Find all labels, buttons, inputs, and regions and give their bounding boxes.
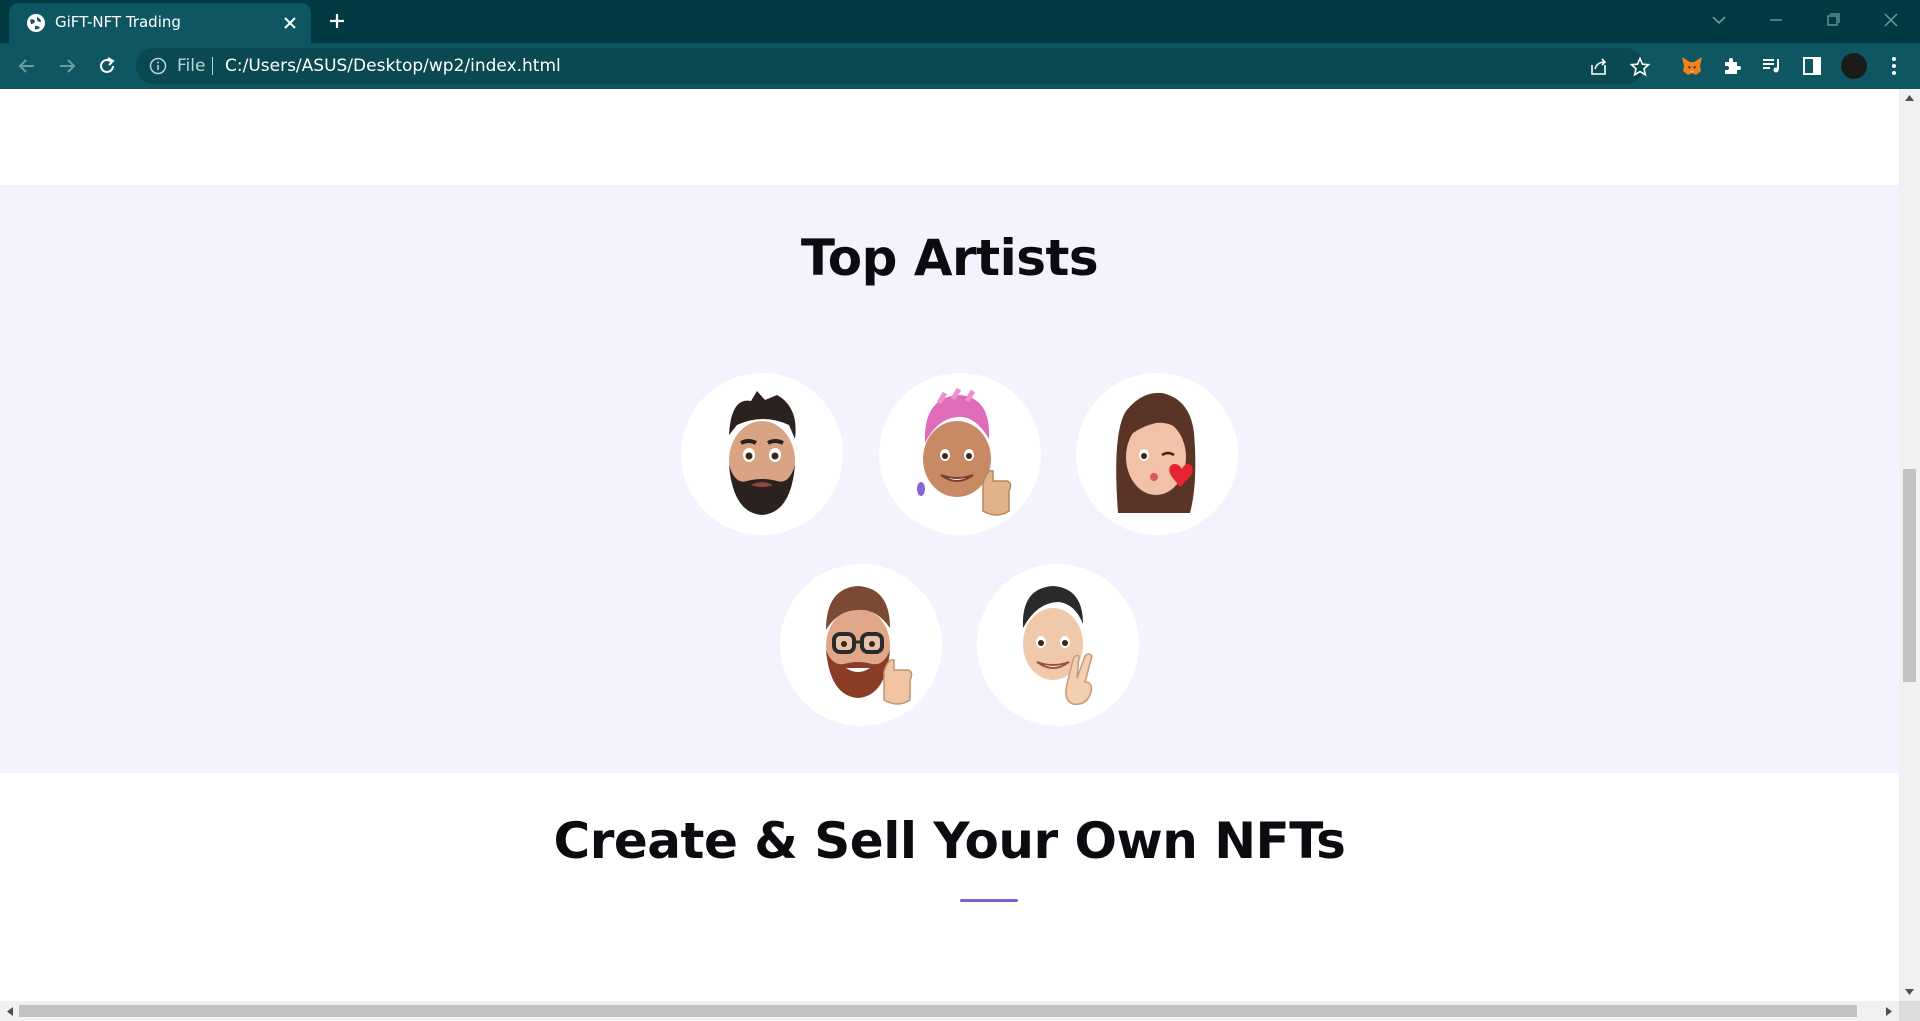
side-panel-icon[interactable] [1800, 54, 1824, 78]
scroll-up-arrow-icon[interactable] [1904, 93, 1915, 103]
artist-avatar-3[interactable] [1076, 373, 1238, 535]
back-arrow-icon[interactable] [15, 54, 39, 78]
tab-title: GiFT-NFT Trading [55, 13, 181, 31]
forward-arrow-icon[interactable] [55, 54, 79, 78]
top-artists-title: Top Artists [800, 229, 1099, 287]
star-icon[interactable] [1629, 56, 1651, 78]
reload-icon[interactable] [95, 54, 119, 78]
horizontal-scrollbar[interactable] [0, 1001, 1899, 1021]
puzzle-icon[interactable] [1720, 54, 1744, 78]
browser-tab[interactable]: GiFT-NFT Trading [9, 3, 311, 43]
globe-icon [27, 14, 45, 32]
browser-title-bar: GiFT-NFT Trading [0, 0, 1920, 43]
woman-kiss-heart-memoji [1116, 392, 1196, 513]
metamask-fox-icon[interactable] [1680, 54, 1704, 78]
share-icon[interactable] [1588, 56, 1610, 78]
horizontal-scroll-thumb[interactable] [19, 1005, 1857, 1017]
pink-hair-thumbs-up-memoji [917, 387, 1012, 516]
profile-avatar[interactable] [1841, 53, 1867, 79]
address-bar[interactable]: File C:/Users/ASUS/Desktop/wp2/index.htm… [136, 48, 1651, 84]
page-viewport: Top Artists Create & Sell Your Own NFTs [0, 89, 1899, 1001]
browser-toolbar: File C:/Users/ASUS/Desktop/wp2/index.htm… [0, 43, 1920, 89]
url-text[interactable]: C:/Users/ASUS/Desktop/wp2/index.html [225, 56, 561, 76]
create-sell-title: Create & Sell Your Own NFTs [553, 812, 1346, 870]
bearded-man-memoji [729, 391, 796, 515]
scroll-left-arrow-icon[interactable] [5, 1006, 15, 1017]
top-artists-section: Top Artists [0, 185, 1899, 773]
artist-avatar-1[interactable] [681, 373, 843, 535]
vertical-scrollbar[interactable] [1899, 89, 1920, 1001]
create-sell-divider [960, 899, 1018, 902]
artist-avatar-5[interactable] [977, 564, 1139, 726]
info-icon[interactable] [149, 57, 167, 75]
scroll-right-arrow-icon[interactable] [1884, 1006, 1894, 1017]
window-close-icon[interactable] [1877, 8, 1905, 32]
close-icon[interactable] [281, 14, 299, 32]
restore-icon[interactable] [1819, 8, 1847, 32]
vertical-scroll-thumb[interactable] [1903, 469, 1916, 682]
artist-avatar-2[interactable] [879, 373, 1041, 535]
media-playlist-icon[interactable] [1760, 54, 1784, 78]
scroll-down-arrow-icon[interactable] [1904, 987, 1915, 997]
artist-avatar-4[interactable] [780, 564, 942, 726]
scrollbar-corner [1899, 1001, 1920, 1021]
glasses-beard-thumbs-up-memoji [826, 586, 913, 705]
peace-sign-man-memoji [1022, 586, 1093, 705]
file-scheme-label: File [177, 56, 206, 76]
tab-search-chevron-icon[interactable] [1705, 8, 1733, 32]
plus-icon[interactable] [327, 11, 347, 31]
url-separator [212, 57, 213, 75]
minimize-icon[interactable] [1762, 8, 1790, 32]
kebab-menu-icon[interactable] [1882, 54, 1906, 78]
